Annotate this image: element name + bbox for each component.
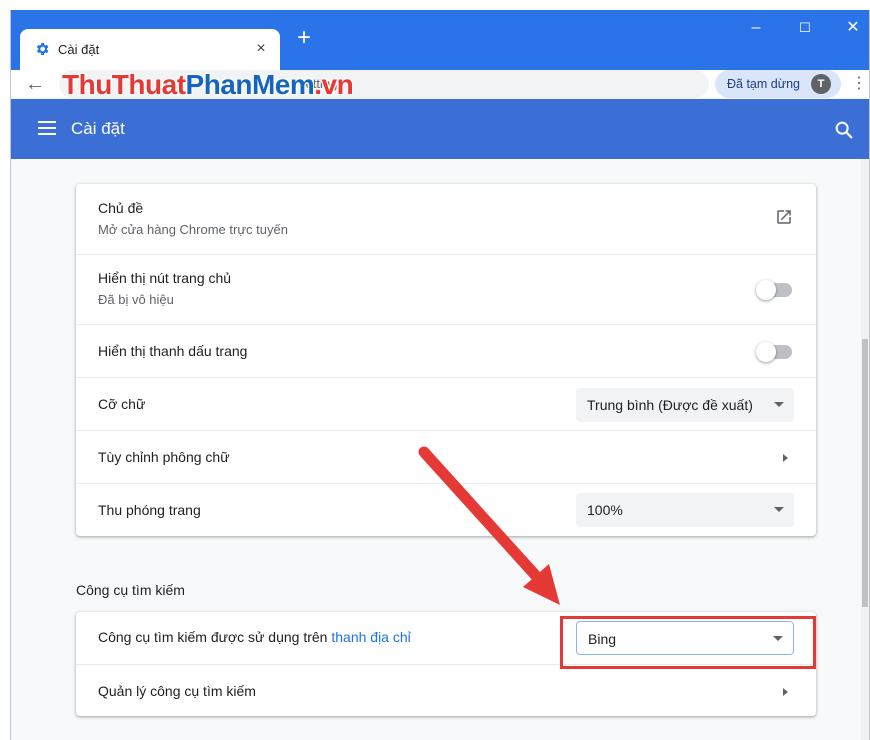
menu-hamburger-icon[interactable]	[38, 121, 58, 137]
chevron-down-icon	[774, 507, 784, 512]
settings-app-bar: Cài đặt	[11, 99, 869, 159]
search-engine-section-title: Công cụ tìm kiếm	[76, 582, 185, 598]
list-item: Hiển thị thanh dấu trang	[76, 324, 816, 378]
gear-icon	[36, 43, 49, 55]
close-window-button[interactable]: ✕	[833, 16, 869, 40]
highlight-box	[560, 616, 816, 669]
page-zoom-label: Thu phóng trang	[98, 502, 201, 518]
home-button-toggle[interactable]	[756, 280, 792, 300]
search-engine-label: Công cụ tìm kiếm được sử dụng trên thanh…	[98, 629, 411, 645]
browser-window: Cài đặt × + – ☐ ✕ ← settings ☆ Đã tạm dừ…	[10, 10, 870, 740]
font-size-select[interactable]: Trung bình (Được đề xuất)	[576, 388, 794, 422]
list-item[interactable]: Chủ đề Mở cửa hàng Chrome trực tuyến	[76, 184, 816, 254]
search-icon[interactable]	[833, 119, 855, 141]
maximize-button[interactable]: ☐	[785, 16, 825, 40]
bookmarks-bar-label: Hiển thị thanh dấu trang	[98, 343, 248, 359]
profile-status: Đã tạm dừng	[727, 77, 800, 91]
watermark-part2: PhanMem	[185, 69, 315, 100]
list-item[interactable]: Tùy chỉnh phông chữ	[76, 430, 816, 484]
home-button-sub: Đã bị vô hiệu	[98, 292, 174, 307]
more-menu-icon[interactable]: ⋮	[851, 74, 867, 94]
settings-content: Chủ đề Mở cửa hàng Chrome trực tuyến Hiể…	[11, 159, 869, 740]
address-bar-link[interactable]: thanh địa chỉ	[331, 629, 410, 645]
minimize-button[interactable]: –	[736, 16, 776, 40]
tab-close-icon[interactable]: ×	[252, 40, 270, 58]
scrollbar-thumb[interactable]	[862, 339, 868, 607]
chevron-right-icon	[783, 688, 788, 696]
list-item: Thu phóng trang 100%	[76, 483, 816, 537]
chevron-down-icon	[774, 402, 784, 407]
watermark-part3: .vn	[314, 69, 354, 100]
theme-label: Chủ đề	[98, 200, 144, 216]
chevron-right-icon	[783, 454, 788, 462]
watermark-logo: ThuThuatPhanMem.vn	[62, 69, 354, 101]
watermark-part1: ThuThuat	[62, 69, 186, 100]
bookmarks-bar-toggle[interactable]	[756, 342, 792, 362]
avatar: T	[811, 74, 831, 94]
page-zoom-select[interactable]: 100%	[576, 493, 794, 527]
customize-fonts-label: Tùy chỉnh phông chữ	[98, 449, 230, 465]
manage-search-engines-label: Quản lý công cụ tìm kiếm	[98, 683, 256, 699]
title-bar: Cài đặt × + – ☐ ✕	[11, 10, 869, 70]
page-zoom-value: 100%	[587, 502, 623, 518]
theme-sub: Mở cửa hàng Chrome trực tuyến	[98, 222, 288, 237]
appearance-card: Chủ đề Mở cửa hàng Chrome trực tuyến Hiể…	[76, 184, 816, 536]
list-item[interactable]: Quản lý công cụ tìm kiếm	[76, 664, 816, 717]
new-tab-button[interactable]: +	[292, 26, 316, 51]
page-title: Cài đặt	[71, 119, 125, 138]
list-item: Hiển thị nút trang chủ Đã bị vô hiệu	[76, 254, 816, 325]
tab-settings[interactable]: Cài đặt ×	[20, 29, 280, 70]
profile-button[interactable]: Đã tạm dừng T	[715, 70, 841, 98]
font-size-value: Trung bình (Được đề xuất)	[587, 397, 753, 413]
external-link-icon[interactable]	[775, 208, 793, 226]
back-arrow-icon[interactable]: ←	[23, 72, 47, 96]
tab-title: Cài đặt	[58, 42, 100, 57]
font-size-label: Cỡ chữ	[98, 396, 146, 412]
list-item: Cỡ chữ Trung bình (Được đề xuất)	[76, 377, 816, 431]
home-button-label: Hiển thị nút trang chủ	[98, 270, 232, 286]
